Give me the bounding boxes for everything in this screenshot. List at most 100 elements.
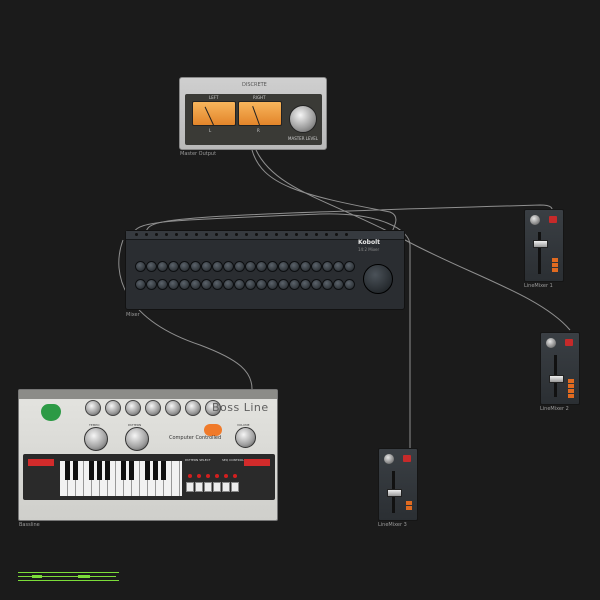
input-jack[interactable] [215,233,218,236]
master-level-knob[interactable] [289,105,317,133]
input-jack[interactable] [245,233,248,236]
black-key[interactable] [161,461,166,480]
mute-button[interactable] [549,216,557,223]
channel-knob[interactable] [344,279,355,290]
channel-knob[interactable] [157,279,168,290]
synth-knob[interactable] [165,400,181,416]
channel-knob[interactable] [256,261,267,272]
input-jack[interactable] [345,233,348,236]
channel-knob[interactable] [157,261,168,272]
tempo-knob[interactable] [84,427,108,451]
boss-line-synth[interactable]: Boss Line TEMPO PATTERN Computer Control… [18,389,278,521]
input-jack[interactable] [325,233,328,236]
channel-knob[interactable] [146,279,157,290]
channel-knob[interactable] [278,261,289,272]
channel-knob[interactable] [245,279,256,290]
channel-knob[interactable] [223,261,234,272]
synth-knob[interactable] [185,400,201,416]
input-jack[interactable] [295,233,298,236]
channel-knob[interactable] [344,261,355,272]
channel-knob[interactable] [168,279,179,290]
channel-knob[interactable] [146,261,157,272]
level-knob[interactable] [546,338,556,348]
black-key[interactable] [121,461,126,480]
channel-knob[interactable] [267,261,278,272]
synth-knob[interactable] [125,400,141,416]
keyboard[interactable] [60,461,182,496]
fader-handle[interactable] [549,375,564,383]
input-jack[interactable] [275,233,278,236]
input-jack[interactable] [135,233,138,236]
black-key[interactable] [89,461,94,480]
step-button[interactable] [195,482,203,492]
channel-knob[interactable] [190,261,201,272]
channel-knob[interactable] [234,279,245,290]
channel-knob[interactable] [179,261,190,272]
step-button[interactable] [222,482,230,492]
step-button[interactable] [213,482,221,492]
pattern-knob[interactable] [125,427,149,451]
step-button[interactable] [186,482,194,492]
level-knob[interactable] [530,215,540,225]
channel-knob[interactable] [311,261,322,272]
channel-knob[interactable] [190,279,201,290]
channel-knob[interactable] [212,261,223,272]
channel-knob[interactable] [201,279,212,290]
channel-knob[interactable] [333,261,344,272]
synth-knob[interactable] [145,400,161,416]
channel-knob[interactable] [322,279,333,290]
level-knob[interactable] [384,454,394,464]
channel-knob[interactable] [278,279,289,290]
input-jack[interactable] [165,233,168,236]
channel-knob[interactable] [289,261,300,272]
input-jack[interactable] [195,233,198,236]
step-button[interactable] [204,482,212,492]
mixer-device[interactable]: Kobolt 14:2 Mixer [125,230,405,310]
input-jack[interactable] [305,233,308,236]
black-key[interactable] [153,461,158,480]
channel-knob[interactable] [267,279,278,290]
fader-handle[interactable] [387,489,402,497]
line-mixer-1[interactable] [524,209,564,282]
input-jack[interactable] [285,233,288,236]
input-jack[interactable] [155,233,158,236]
channel-knob[interactable] [300,279,311,290]
channel-knob[interactable] [333,279,344,290]
channel-knob[interactable] [168,261,179,272]
channel-knob[interactable] [289,279,300,290]
channel-knob[interactable] [300,261,311,272]
mute-button[interactable] [403,455,411,462]
input-jack[interactable] [235,233,238,236]
channel-knob[interactable] [212,279,223,290]
step-button[interactable] [231,482,239,492]
mixer-master-knob[interactable] [363,264,393,294]
channel-knob[interactable] [245,261,256,272]
input-jack[interactable] [175,233,178,236]
input-jack[interactable] [255,233,258,236]
black-key[interactable] [65,461,70,480]
volume-knob[interactable] [235,427,256,448]
master-output-device[interactable]: DISCRETE LEFT RIGHT L R MASTER LEVEL [179,77,327,150]
input-jack[interactable] [145,233,148,236]
line-mixer-3[interactable] [378,448,418,521]
channel-knob[interactable] [234,261,245,272]
channel-knob[interactable] [322,261,333,272]
input-jack[interactable] [185,233,188,236]
black-key[interactable] [97,461,102,480]
input-jack[interactable] [205,233,208,236]
input-jack[interactable] [335,233,338,236]
white-key[interactable] [172,461,180,496]
channel-knob[interactable] [223,279,234,290]
mute-button[interactable] [565,339,573,346]
fader-handle[interactable] [533,240,548,248]
channel-knob[interactable] [179,279,190,290]
line-mixer-2[interactable] [540,332,580,405]
black-key[interactable] [105,461,110,480]
synth-knob[interactable] [85,400,101,416]
channel-knob[interactable] [201,261,212,272]
black-key[interactable] [73,461,78,480]
input-jack[interactable] [225,233,228,236]
black-key[interactable] [145,461,150,480]
channel-knob[interactable] [256,279,267,290]
input-jack[interactable] [265,233,268,236]
